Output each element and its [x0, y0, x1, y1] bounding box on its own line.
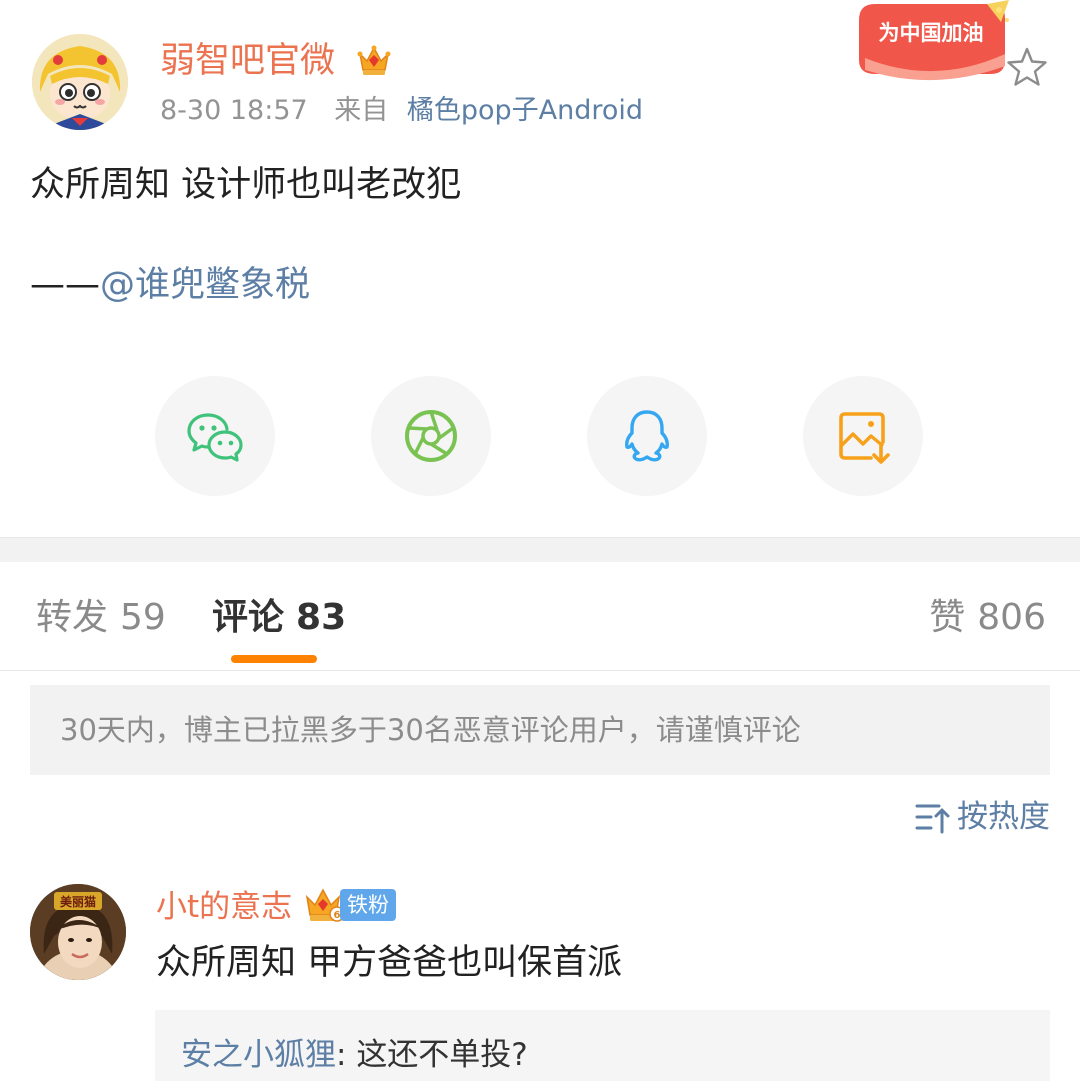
- sort-by-hot-button[interactable]: 按热度: [915, 796, 1050, 838]
- author-name[interactable]: 弱智吧官微: [160, 38, 335, 84]
- qq-penguin-icon: [625, 410, 669, 462]
- tab-comments-count: 83: [296, 597, 347, 638]
- tab-likes-count: 806: [977, 597, 1046, 638]
- promo-badge-text: 为中国加油: [879, 21, 984, 45]
- reply-username[interactable]: 安之小狐狸: [181, 1037, 336, 1073]
- section-divider: [0, 537, 1080, 562]
- source-prefix: 来自: [334, 95, 389, 126]
- post-text: 众所周知 设计师也叫老改犯: [30, 165, 462, 205]
- tab-repost[interactable]: 转发 59: [36, 594, 166, 642]
- avatar-caption: 美丽猫: [60, 894, 96, 909]
- comment-notice: 30天内，博主已拉黑多于30名恶意评论用户，请谨慎评论: [30, 685, 1050, 775]
- tab-likes[interactable]: 赞 806: [929, 594, 1046, 642]
- reply-preview[interactable]: 安之小狐狸: 这还不单投?: [155, 1010, 1050, 1081]
- attribution-dash: ——: [30, 265, 100, 305]
- tab-comments-label: 评论: [212, 597, 285, 638]
- tabs-divider: [0, 670, 1080, 671]
- attribution-mention-link[interactable]: @谁兜鳖象税: [100, 265, 310, 305]
- moments-aperture-icon: [405, 410, 457, 462]
- promo-badge-icon[interactable]: 为中国加油: [855, 0, 1015, 86]
- share-save-image-button[interactable]: [803, 376, 923, 496]
- favorite-star-icon[interactable]: [1004, 44, 1050, 90]
- wechat-icon: [187, 413, 243, 462]
- comment-username[interactable]: 小t的意志: [156, 885, 292, 929]
- sort-icon: [915, 804, 950, 834]
- share-moments-button[interactable]: [371, 376, 491, 496]
- weibo-post-detail: 弱智吧官微 8-30 18:57 来自 橘色pop子Android 为中国加油: [0, 0, 1080, 1081]
- post-header: 弱智吧官微 8-30 18:57 来自 橘色pop子Android 为中国加油: [0, 0, 1080, 140]
- comment-avatar[interactable]: 美丽猫: [30, 884, 126, 980]
- cartoon-avatar-icon: [32, 34, 128, 130]
- comment-notice-text: 30天内，博主已拉黑多于30名恶意评论用户，请谨慎评论: [60, 713, 801, 747]
- save-image-icon: [839, 412, 890, 464]
- post-meta: 8-30 18:57 来自 橘色pop子Android: [160, 92, 643, 130]
- fan-badge: 铁粉: [340, 889, 396, 921]
- crown-badge-icon[interactable]: [356, 42, 392, 78]
- user-photo-avatar-icon: 美丽猫: [30, 884, 126, 980]
- comment-text: 众所周知 甲方爸爸也叫保首派: [156, 943, 623, 983]
- reply-separator: :: [336, 1037, 357, 1073]
- post-source[interactable]: 橘色pop子Android: [407, 95, 643, 126]
- share-qq-button[interactable]: [587, 376, 707, 496]
- sort-label: 按热度: [957, 799, 1050, 835]
- tab-repost-count: 59: [120, 597, 166, 638]
- tab-repost-label: 转发: [36, 597, 109, 638]
- reply-line: 安之小狐狸: 这还不单投?: [181, 1034, 528, 1076]
- post-time: 8-30 18:57: [160, 95, 308, 126]
- tab-likes-label: 赞: [929, 597, 966, 638]
- author-avatar[interactable]: [32, 34, 128, 130]
- crown-level-badge-icon[interactable]: 6: [304, 885, 344, 923]
- tab-comments[interactable]: 评论 83: [212, 594, 346, 642]
- reply-text: 这还不单投?: [356, 1037, 528, 1073]
- active-tab-indicator: [231, 655, 317, 663]
- post-attribution: ——@谁兜鳖象税: [30, 262, 310, 308]
- share-wechat-button[interactable]: [155, 376, 275, 496]
